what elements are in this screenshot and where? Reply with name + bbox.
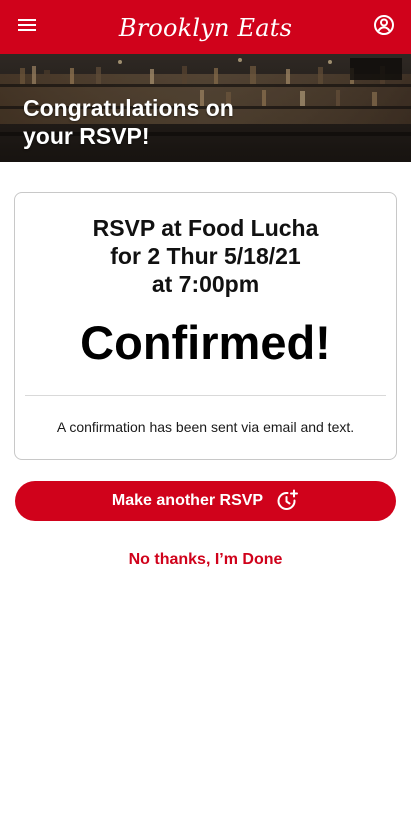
confirmation-status: Confirmed!: [80, 316, 331, 369]
confirmation-note: A confirmation has been sent via email a…: [56, 419, 355, 435]
brand-logo[interactable]: Brooklyn Eats: [119, 16, 292, 40]
card-divider: [25, 395, 386, 396]
rsvp-party-date: for 2 Thur 5/18/21: [110, 243, 301, 269]
add-time-icon: [275, 489, 299, 513]
rsvp-time: at 7:00pm: [151, 271, 260, 297]
hero-banner: Congratulations on your RSVP!: [0, 54, 411, 162]
rsvp-details: RSVP at Food Lucha for 2 Thur 5/18/21 at…: [15, 214, 396, 298]
confirmation-card: RSVP at Food Lucha for 2 Thur 5/18/21 at…: [14, 192, 397, 460]
hamburger-menu-icon: [17, 17, 37, 38]
make-another-rsvp-button[interactable]: Make another RSVP: [15, 481, 396, 521]
account-circle-icon: [373, 14, 395, 41]
account-button[interactable]: [371, 14, 397, 40]
menu-button[interactable]: [14, 14, 40, 40]
no-thanks-done-link[interactable]: No thanks, I’m Done: [0, 548, 411, 572]
hero-title: Congratulations on your RSVP!: [23, 95, 234, 149]
app-screen: Brooklyn Eats Congratulations on your RS…: [0, 0, 411, 823]
rsvp-venue: RSVP at Food Lucha: [92, 215, 319, 241]
top-app-bar: Brooklyn Eats: [0, 0, 411, 54]
make-another-rsvp-label: Make another RSVP: [111, 492, 264, 509]
